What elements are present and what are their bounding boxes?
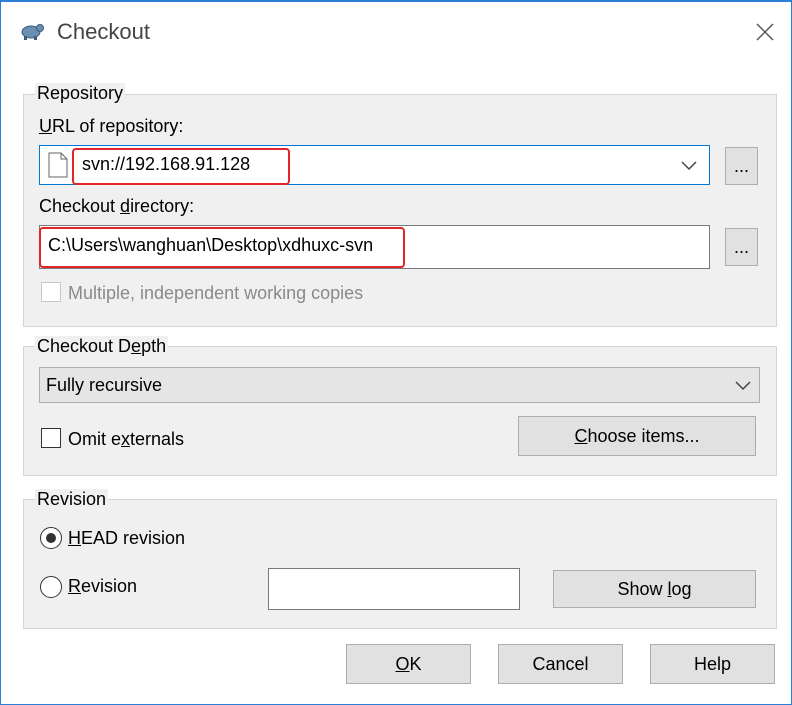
head-revision-label: HEAD revision: [68, 528, 186, 548]
checkout-depth-group: [23, 346, 777, 476]
radio-selected-dot: [46, 533, 56, 543]
repository-group-label: Repository: [35, 83, 126, 104]
cancel-button[interactable]: Cancel: [498, 644, 623, 684]
directory-highlight: [39, 227, 405, 268]
revision-radio[interactable]: [40, 576, 62, 598]
checkout-depth-group-label: Checkout Depth: [35, 336, 169, 357]
head-revision-radio[interactable]: [40, 527, 62, 549]
url-browse-button[interactable]: ...: [725, 147, 758, 185]
revision-input[interactable]: [268, 568, 520, 610]
revision-group-label: Revision: [35, 489, 109, 510]
chevron-down-icon: [735, 381, 751, 391]
close-icon: [756, 23, 774, 41]
depth-select[interactable]: Fully recursive: [39, 367, 760, 403]
multiple-copies-label: Multiple, independent working copies: [68, 283, 364, 303]
tortoise-svn-icon: [21, 24, 44, 40]
url-label: URL of repository:: [39, 116, 184, 136]
directory-browse-button[interactable]: ...: [725, 228, 758, 266]
omit-externals-checkbox[interactable]: [41, 428, 61, 448]
title-bar: Checkout: [1, 2, 791, 60]
help-button[interactable]: Help: [650, 644, 775, 684]
omit-externals-label: Omit externals: [68, 429, 185, 449]
ok-button[interactable]: OK: [346, 644, 471, 684]
show-log-button[interactable]: Show log: [553, 570, 756, 608]
chevron-down-icon[interactable]: [680, 159, 698, 171]
choose-items-button[interactable]: Choose items...: [518, 416, 756, 456]
url-highlight: [72, 148, 290, 185]
depth-selected-value: Fully recursive: [46, 375, 163, 395]
close-button[interactable]: [745, 14, 785, 50]
file-icon: [48, 152, 68, 178]
revision-label: Revision: [68, 576, 138, 596]
window-title: Checkout: [57, 19, 150, 44]
checkout-directory-label: Checkout directory:: [39, 196, 195, 216]
multiple-copies-checkbox[interactable]: [41, 282, 61, 302]
checkout-dialog: Checkout Repository URL of repository: s…: [0, 0, 792, 705]
